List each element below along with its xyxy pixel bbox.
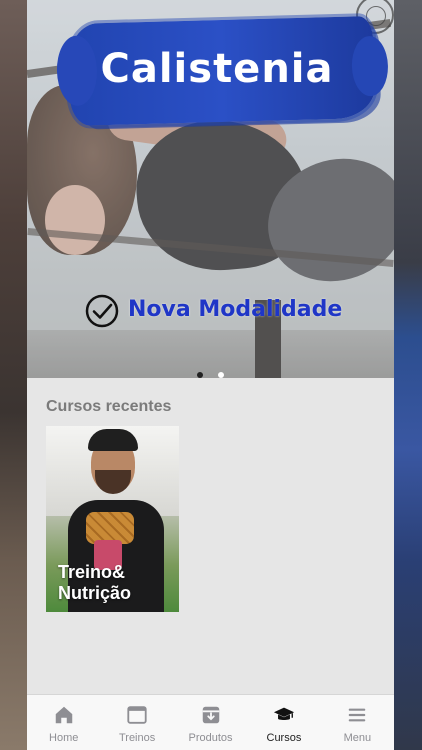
hamburger-menu-icon	[349, 708, 366, 722]
banner-title: Calistenia	[100, 46, 334, 92]
tab-treinos-label: Treinos	[118, 732, 156, 744]
tab-menu-label: Menu	[343, 732, 372, 744]
window-icon	[127, 706, 147, 724]
tab-menu[interactable]: Menu	[321, 695, 394, 750]
home-icon	[55, 706, 72, 724]
course-title-line1: Treino&	[58, 562, 126, 582]
archive-box-icon	[202, 706, 219, 724]
carousel-dot-active[interactable]	[197, 372, 204, 378]
carousel-dot[interactable]	[217, 372, 224, 378]
tab-home-label: Home	[49, 732, 79, 744]
bottom-tab-bar: Home Treinos Produtos Cursos Menu	[27, 694, 394, 750]
section-title-recent-courses: Cursos recentes	[46, 398, 172, 415]
carousel-pagination	[27, 365, 394, 378]
course-card[interactable]: Treino& Nutrição	[46, 426, 179, 612]
tab-cursos-label: Cursos	[266, 732, 302, 744]
banner-carousel[interactable]: Calistenia Nova Modalidade	[27, 0, 394, 378]
tab-treinos[interactable]: Treinos	[100, 695, 173, 750]
app-screen: Calistenia Nova Modalidade Cursos recent…	[27, 0, 394, 750]
background-left	[0, 0, 27, 750]
tab-home[interactable]: Home	[27, 695, 100, 750]
check-circle-icon	[85, 294, 119, 328]
course-card-title: Treino& Nutrição	[58, 562, 131, 604]
background-right	[394, 0, 422, 750]
tab-produtos[interactable]: Produtos	[174, 695, 247, 750]
banner-subtitle: Nova Modalidade	[128, 297, 343, 322]
tab-cursos[interactable]: Cursos	[247, 695, 320, 750]
graduation-cap-icon	[273, 707, 295, 721]
course-title-line2: Nutrição	[58, 583, 132, 603]
tab-produtos-label: Produtos	[188, 732, 233, 744]
course-photo-cap	[88, 429, 138, 451]
